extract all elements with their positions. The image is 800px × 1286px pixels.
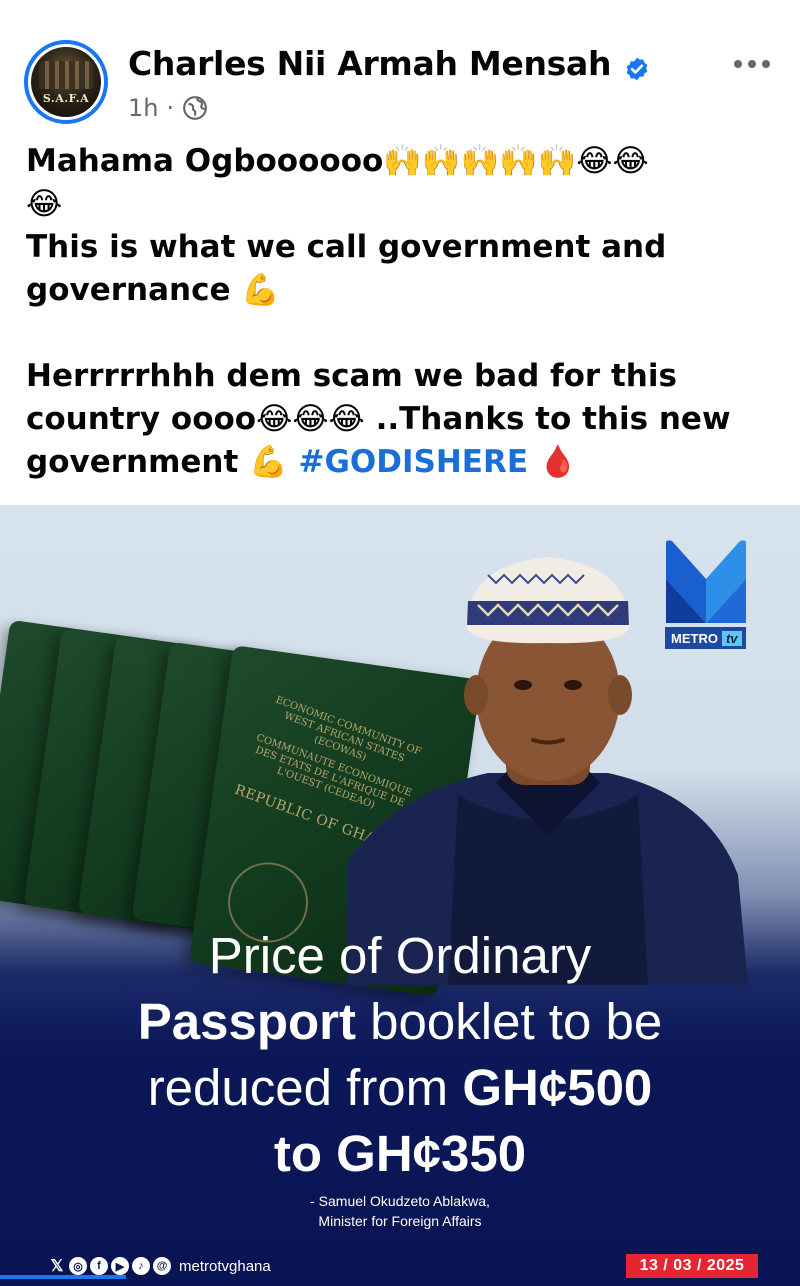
- headline-line: reduced from GH¢500: [147, 1059, 653, 1116]
- more-dot-icon: [748, 60, 756, 68]
- more-options-button[interactable]: [734, 54, 774, 74]
- quote-attribution: - Samuel Okudzeto Ablakwa, Minister for …: [310, 1193, 490, 1229]
- more-dot-icon: [734, 60, 742, 68]
- hashtag-link[interactable]: #GODISHERE: [298, 444, 528, 480]
- post-meta: 1h ·: [128, 92, 208, 124]
- youtube-icon: ▶: [111, 1257, 129, 1275]
- avatar-label: S.A.F.A: [42, 92, 90, 105]
- post-text-line: Mahama Ogboooooo🙌🙌🙌🙌🙌😂😂: [26, 143, 649, 179]
- instagram-icon: ◎: [69, 1257, 87, 1275]
- social-handle: metrotvghana: [179, 1257, 271, 1275]
- post-text-line: 😂: [26, 186, 63, 222]
- post-text-line: Herrrrrhhh dem scam we bad for this: [26, 358, 677, 394]
- meta-separator: ·: [166, 94, 175, 122]
- headline-line: Price of Ordinary: [208, 927, 592, 984]
- tiktok-icon: ♪: [132, 1257, 150, 1275]
- more-dot-icon: [762, 60, 770, 68]
- post-text-line: country oooo😂😂😂 ..Thanks to this new: [26, 401, 731, 437]
- blood-drop-emoji: 🩸: [538, 444, 578, 480]
- verified-badge-icon: [626, 57, 648, 81]
- threads-icon: @: [153, 1257, 171, 1275]
- post-text-fragment: government 💪: [26, 444, 288, 480]
- post-body-text: Mahama Ogboooooo🙌🙌🙌🙌🙌😂😂 😂 This is what w…: [26, 140, 786, 484]
- headline-line: to GH¢350: [273, 1125, 527, 1182]
- post-text-line: government 💪 #GODISHERE 🩸: [26, 441, 786, 484]
- social-bar: 𝕏 ◎ f ▶ ♪ @ metrotvghana: [48, 1255, 271, 1277]
- post-header: S.A.F.A Charles Nii Armah Mensah 1h ·: [0, 0, 800, 138]
- date-badge: 13 / 03 / 2025: [626, 1254, 758, 1278]
- post-text-line: This is what we call government and: [26, 229, 667, 265]
- metro-tv-badge: METRO tv: [665, 627, 746, 649]
- x-icon: 𝕏: [50, 1258, 64, 1275]
- headline-text: Price of Ordinary Passport booklet to be…: [0, 923, 800, 1187]
- avatar-image: S.A.F.A: [31, 47, 101, 117]
- globe-icon[interactable]: [182, 95, 208, 121]
- author-name[interactable]: Charles Nii Armah Mensah: [128, 44, 611, 83]
- post-text-line: governance 💪: [26, 272, 280, 308]
- post-timestamp[interactable]: 1h: [128, 94, 158, 122]
- headline-line: Passport booklet to be: [137, 993, 663, 1050]
- facebook-icon: f: [90, 1257, 108, 1275]
- post-image[interactable]: ECONOMIC COMMUNITY OF WEST AFRICAN STATE…: [0, 505, 800, 1286]
- scroll-indicator: [0, 1275, 126, 1279]
- avatar[interactable]: S.A.F.A: [24, 40, 108, 124]
